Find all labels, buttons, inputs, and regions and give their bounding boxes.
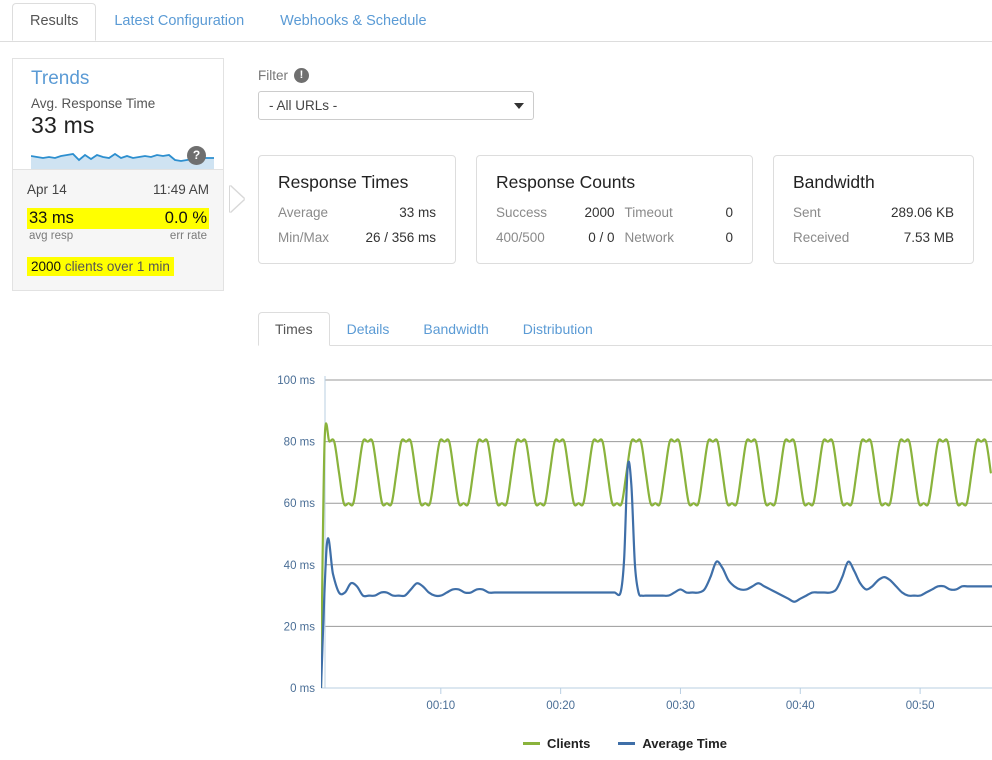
- tab-distribution[interactable]: Distribution: [506, 312, 610, 345]
- y-axis-tick-label: 0 ms: [290, 683, 315, 695]
- trend-card-err-rate-label: err rate: [169, 230, 207, 242]
- card-row-average: Average 33 ms: [278, 205, 436, 220]
- card-response-counts: Response Counts Success 2000 Timeout 0 4…: [476, 155, 753, 264]
- card-row-400500-value: 0 / 0: [588, 230, 615, 245]
- trend-card-avg-resp-label: avg resp: [29, 230, 74, 242]
- tab-details[interactable]: Details: [330, 312, 407, 345]
- filter-label: Filter: [258, 68, 288, 83]
- trend-card-date: Apr 14: [27, 182, 67, 197]
- card-row-minmax-value: 26 / 356 ms: [365, 230, 436, 245]
- trend-card-clients-text: clients over 1 min: [64, 259, 170, 274]
- tab-bandwidth[interactable]: Bandwidth: [406, 312, 505, 345]
- filter-area: Filter ! - All URLs -: [258, 68, 534, 120]
- legend-label-clients: Clients: [547, 736, 591, 751]
- trends-sidebar: Trends Avg. Response Time 33 ms ? Apr 14…: [12, 58, 224, 291]
- card-row-timeout-value: 0: [725, 205, 733, 220]
- legend-item-average-time[interactable]: Average Time: [618, 736, 727, 751]
- x-axis-tick-label: 00:40: [786, 700, 815, 712]
- tab-latest-configuration-label: Latest Configuration: [114, 13, 245, 29]
- tab-distribution-label: Distribution: [522, 321, 593, 337]
- card-row-success-label: Success: [496, 205, 548, 220]
- y-axis-tick-label: 60 ms: [284, 498, 316, 510]
- y-axis-tick-label: 80 ms: [284, 437, 316, 449]
- x-axis-tick-label: 00:20: [546, 700, 575, 712]
- card-row-average-label: Average: [278, 205, 329, 220]
- card-row-errors-network: 400/500 0 / 0 Network 0: [496, 230, 733, 245]
- trend-card-metrics-highlight: 33 ms 0.0 %: [27, 208, 209, 229]
- card-row-minmax-label: Min/Max: [278, 230, 330, 245]
- filter-url-select[interactable]: - All URLs -: [258, 91, 534, 120]
- times-chart-svg: 0 ms 20 ms 40 ms 60 ms 80 ms 100 ms 00:10 00:20…: [277, 375, 992, 712]
- info-icon[interactable]: !: [294, 68, 309, 83]
- times-chart: 0 ms 20 ms 40 ms 60 ms 80 ms 100 ms 00:10 00:20…: [258, 358, 992, 760]
- trend-card-metric-labels: avg resp err rate: [27, 230, 209, 242]
- card-row-sent-label: Sent: [793, 205, 821, 220]
- trends-header: Trends Avg. Response Time 33 ms ?: [12, 58, 224, 170]
- card-row-minmax: Min/Max 26 / 356 ms: [278, 230, 436, 245]
- card-row-network-value: 0: [725, 230, 733, 245]
- x-axis-tick-label: 00:50: [906, 700, 935, 712]
- chart-tab-bar: Times Details Bandwidth Distribution: [258, 311, 992, 346]
- card-row-received-value: 7.53 MB: [903, 230, 954, 245]
- trend-card-clients-highlight: 2000 clients over 1 min: [27, 257, 174, 276]
- tab-latest-configuration[interactable]: Latest Configuration: [96, 3, 262, 40]
- legend-swatch-average-time: [618, 742, 636, 745]
- top-tab-strip: Results Latest Configuration Webhooks & …: [12, 3, 445, 41]
- summary-cards: Response Times Average 33 ms Min/Max 26 …: [258, 155, 978, 264]
- tab-results-label: Results: [30, 13, 79, 29]
- card-row-received: Received 7.53 MB: [793, 230, 954, 245]
- trends-subtitle: Avg. Response Time: [31, 95, 156, 111]
- card-row-sent: Sent 289.06 KB: [793, 205, 954, 220]
- top-tab-bar: Results Latest Configuration Webhooks & …: [0, 0, 992, 42]
- trend-card-avg-resp-value: 33 ms: [29, 209, 74, 227]
- card-row-sent-value: 289.06 KB: [890, 205, 954, 220]
- legend-item-clients[interactable]: Clients: [523, 736, 590, 751]
- card-row-received-label: Received: [793, 230, 850, 245]
- trend-card-clients-count: 2000: [31, 259, 62, 274]
- legend-swatch-clients: [523, 742, 541, 745]
- filter-label-row: Filter !: [258, 68, 534, 83]
- tab-bandwidth-label: Bandwidth: [423, 321, 489, 337]
- x-axis-tick-label: 00:10: [426, 700, 455, 712]
- card-row-success-value: 2000: [584, 205, 615, 220]
- trends-title: Trends: [31, 68, 90, 89]
- chart-legend: Clients Average Time: [258, 736, 992, 751]
- trend-card-datetime: Apr 14 11:49 AM: [27, 182, 209, 197]
- trends-sparkline: ?: [31, 144, 214, 170]
- chart-tab-strip: Times Details Bandwidth Distribution: [258, 311, 992, 346]
- trend-card-err-rate-value: 0.0 %: [164, 209, 207, 227]
- trend-card-selected[interactable]: Apr 14 11:49 AM 33 ms 0.0 % avg resp err…: [12, 169, 224, 291]
- tab-webhooks-schedule-label: Webhooks & Schedule: [280, 13, 427, 29]
- y-axis-tick-label: 20 ms: [284, 621, 316, 633]
- card-row-network-label: Network: [624, 230, 674, 245]
- y-axis-tick-label: 40 ms: [284, 560, 316, 572]
- trend-card-time: 11:49 AM: [152, 182, 209, 197]
- tab-webhooks-schedule[interactable]: Webhooks & Schedule: [262, 3, 444, 40]
- filter-url-select-value: - All URLs -: [269, 98, 338, 113]
- card-response-counts-title: Response Counts: [496, 172, 636, 192]
- x-axis-tick-label: 00:30: [666, 700, 695, 712]
- chevron-down-icon: [514, 103, 524, 109]
- chevron-right-icon: [230, 186, 244, 212]
- legend-label-average-time: Average Time: [642, 736, 727, 751]
- trends-value: 33 ms: [31, 111, 95, 138]
- card-row-400500-label: 400/500: [496, 230, 545, 245]
- help-badge-icon[interactable]: ?: [187, 145, 206, 165]
- card-bandwidth: Bandwidth Sent 289.06 KB Received 7.53 M…: [773, 155, 974, 264]
- tab-details-label: Details: [346, 321, 390, 337]
- card-bandwidth-title: Bandwidth: [793, 172, 875, 192]
- y-axis-tick-label: 100 ms: [277, 375, 315, 387]
- series-line-clients: [321, 422, 992, 688]
- card-row-success-timeout: Success 2000 Timeout 0: [496, 205, 733, 220]
- card-response-times: Response Times Average 33 ms Min/Max 26 …: [258, 155, 456, 264]
- tab-times[interactable]: Times: [258, 312, 330, 346]
- card-row-average-value: 33 ms: [399, 205, 436, 220]
- tab-results[interactable]: Results: [12, 3, 97, 41]
- card-response-times-title: Response Times: [278, 172, 409, 192]
- card-row-timeout-label: Timeout: [624, 205, 673, 220]
- tab-times-label: Times: [275, 321, 313, 337]
